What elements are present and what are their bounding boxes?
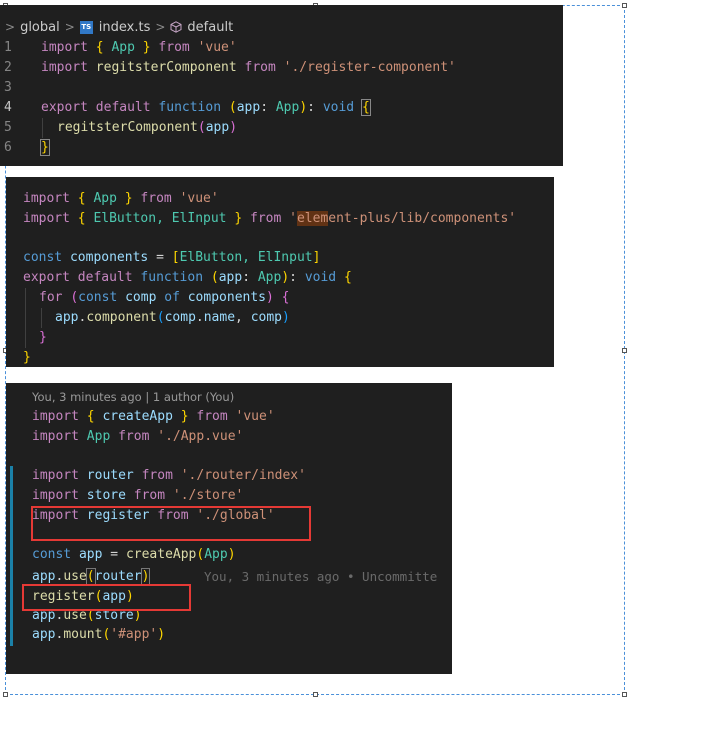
line-number: 4 xyxy=(4,100,12,115)
cube-icon xyxy=(170,21,182,33)
code-line[interactable]: export default function (app: App): void… xyxy=(41,98,371,118)
code-line[interactable]: import router from './router/index' xyxy=(32,466,306,486)
inline-blame-annotation: You, 3 minutes ago • Uncommitte xyxy=(204,569,438,584)
code-line[interactable]: } xyxy=(40,138,50,158)
indent-guide xyxy=(42,118,43,138)
code-line[interactable]: for (const comp of components) { xyxy=(39,288,290,308)
codelens-blame[interactable]: You, 3 minutes ago | 1 author (You) xyxy=(32,389,234,405)
code-line[interactable]: import regitsterComponent from './regist… xyxy=(41,58,456,78)
line-number: 5 xyxy=(4,120,12,135)
code-line[interactable]: const app = createApp(App) xyxy=(32,545,236,565)
breadcrumb: > global > TS index.ts > default xyxy=(0,17,233,37)
code-line[interactable]: export default function (app: App): void… xyxy=(23,268,352,288)
resize-handle-middle-right[interactable] xyxy=(622,348,627,353)
line-number: 3 xyxy=(4,80,12,95)
breadcrumb-symbol[interactable]: default xyxy=(187,20,233,35)
code-line[interactable]: import { ElButton, ElInput } from 'eleme… xyxy=(23,209,516,229)
indent-guide xyxy=(41,308,42,328)
chevron-right-icon: > xyxy=(64,20,75,34)
code-line[interactable]: import { App } from 'vue' xyxy=(23,189,219,209)
code-line[interactable]: const components = [ElButton, ElInput] xyxy=(23,248,320,268)
resize-handle-top-right[interactable] xyxy=(622,3,627,8)
breadcrumb-file[interactable]: index.ts xyxy=(99,20,151,35)
line-number: 6 xyxy=(4,140,12,155)
chevron-right-icon: > xyxy=(5,20,16,34)
typescript-file-icon: TS xyxy=(79,20,93,34)
line-number: 1 xyxy=(4,40,12,55)
code-line[interactable]: } xyxy=(39,328,47,348)
git-change-indicator[interactable] xyxy=(10,466,13,646)
code-panel-global-index: > global > TS index.ts > default 1 2 3 4… xyxy=(0,5,563,166)
breadcrumb-folder[interactable]: global xyxy=(20,20,60,35)
annotation-box-import-register xyxy=(31,506,311,541)
resize-handle-bottom-left[interactable] xyxy=(3,692,8,697)
indent-guide xyxy=(25,288,26,348)
code-line[interactable]: import { App } from 'vue' xyxy=(41,38,237,58)
code-line[interactable]: regitsterComponent(app) xyxy=(57,118,237,138)
code-line[interactable]: app.mount('#app') xyxy=(32,625,165,645)
resize-handle-bottom-right[interactable] xyxy=(622,692,627,697)
code-line[interactable]: import App from './App.vue' xyxy=(32,427,243,447)
chevron-right-icon: > xyxy=(155,20,166,34)
code-line[interactable]: import store from './store' xyxy=(32,486,243,506)
code-panel-register-component: import { App } from 'vue' import { ElBut… xyxy=(6,177,554,367)
line-number: 2 xyxy=(4,60,12,75)
code-line[interactable]: } xyxy=(23,348,31,367)
resize-handle-bottom-middle[interactable] xyxy=(313,692,318,697)
annotation-box-register-call xyxy=(22,584,191,611)
code-line[interactable]: import { createApp } from 'vue' xyxy=(32,407,275,427)
code-line[interactable]: app.component(comp.name, comp) xyxy=(55,308,290,328)
